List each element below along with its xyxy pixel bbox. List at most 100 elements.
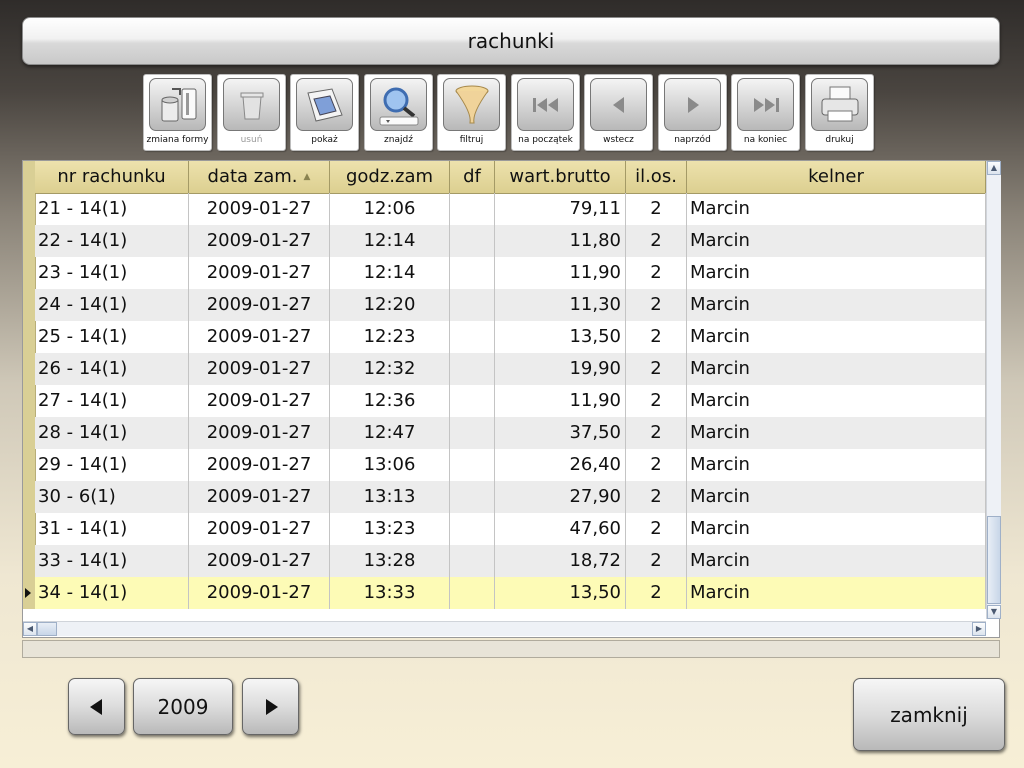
- cell-kelner: Marcin: [687, 385, 986, 417]
- close-button[interactable]: zamknij: [853, 678, 1005, 751]
- toolbar-button-1[interactable]: usuń: [217, 74, 286, 151]
- cell-df: [450, 385, 495, 417]
- toolbar-button-3[interactable]: znajdź: [364, 74, 433, 151]
- bills-grid[interactable]: nr rachunku data zam. ▲ godz.zam df wart.brut…: [22, 160, 1001, 638]
- toolbar-button-9[interactable]: drukuj: [805, 74, 874, 151]
- cell-il-os: 2: [626, 353, 687, 385]
- cell-il-os: 2: [626, 481, 687, 513]
- arrow-left-icon: [89, 698, 102, 715]
- window-title-bar: rachunki: [22, 17, 1000, 65]
- scroll-left-icon[interactable]: ◀: [23, 622, 37, 636]
- cell-data-zam: 2009-01-27: [189, 225, 330, 257]
- cell-nr-rachunku: 29 - 14(1): [35, 449, 189, 481]
- toolbar-button-4[interactable]: filtruj: [437, 74, 506, 151]
- first-record-icon: [517, 78, 574, 131]
- cell-nr-rachunku: 30 - 6(1): [35, 481, 189, 513]
- header-col-godz-zam[interactable]: godz.zam: [330, 161, 450, 193]
- cell-df: [450, 353, 495, 385]
- cell-nr-rachunku: 26 - 14(1): [35, 353, 189, 385]
- vertical-scroll-thumb[interactable]: [987, 516, 1001, 604]
- cell-godz-zam: 13:13: [330, 481, 450, 513]
- year-display-button[interactable]: 2009: [133, 678, 233, 735]
- cell-df: [450, 321, 495, 353]
- cell-kelner: Marcin: [687, 257, 986, 289]
- cell-wart-brutto: 11,90: [495, 385, 626, 417]
- cell-df: [450, 417, 495, 449]
- scroll-up-icon[interactable]: ▲: [987, 161, 1001, 175]
- toolbar-button-8[interactable]: na koniec: [731, 74, 800, 151]
- table-row[interactable]: 27 - 14(1) 2009-01-27 12:36 11,90 2 Marcin: [35, 385, 986, 417]
- table-row[interactable]: 23 - 14(1) 2009-01-27 12:14 11,90 2 Marcin: [35, 257, 986, 289]
- header-col-data-zam[interactable]: data zam. ▲: [189, 161, 330, 193]
- change-form-icon: [149, 78, 206, 131]
- toolbar-button-label: na koniec: [743, 135, 788, 145]
- header-label: il.os.: [635, 166, 677, 187]
- horizontal-scroll-thumb[interactable]: [37, 622, 57, 636]
- toolbar-button-7[interactable]: naprzód: [658, 74, 727, 151]
- toolbar-button-label: naprzód: [674, 135, 711, 145]
- cell-wart-brutto: 79,11: [495, 193, 626, 225]
- scroll-down-icon[interactable]: ▼: [987, 605, 1001, 619]
- horizontal-scrollbar[interactable]: ◀ ▶: [23, 621, 986, 636]
- grid-header: nr rachunku data zam. ▲ godz.zam df wart.brut…: [35, 161, 986, 194]
- header-col-wart-brutto[interactable]: wart.brutto: [495, 161, 626, 193]
- table-row[interactable]: 21 - 14(1) 2009-01-27 12:06 79,11 2 Marcin: [35, 193, 986, 225]
- next-icon: [664, 78, 721, 131]
- status-bar: [22, 640, 1000, 658]
- cell-data-zam: 2009-01-27: [189, 257, 330, 289]
- toolbar-button-0[interactable]: zmiana formy: [143, 74, 212, 151]
- magnifier-icon: [370, 78, 427, 131]
- cell-wart-brutto: 19,90: [495, 353, 626, 385]
- toolbar-button-5[interactable]: na początek: [511, 74, 580, 151]
- cell-wart-brutto: 26,40: [495, 449, 626, 481]
- toolbar-button-label: filtruj: [459, 135, 484, 145]
- arrow-right-icon: [265, 698, 278, 715]
- table-row[interactable]: 22 - 14(1) 2009-01-27 12:14 11,80 2 Marcin: [35, 225, 986, 257]
- cell-kelner: Marcin: [687, 417, 986, 449]
- cell-il-os: 2: [626, 225, 687, 257]
- cell-kelner: Marcin: [687, 449, 986, 481]
- vertical-scrollbar[interactable]: ▲ ▼: [986, 161, 1001, 619]
- toolbar-button-2[interactable]: pokaż: [290, 74, 359, 151]
- cell-df: [450, 513, 495, 545]
- table-row[interactable]: 24 - 14(1) 2009-01-27 12:20 11,30 2 Marcin: [35, 289, 986, 321]
- previous-icon: [590, 78, 647, 131]
- cell-data-zam: 2009-01-27: [189, 193, 330, 225]
- cell-il-os: 2: [626, 321, 687, 353]
- table-row[interactable]: 30 - 6(1) 2009-01-27 13:13 27,90 2 Marcin: [35, 481, 986, 513]
- table-row[interactable]: 28 - 14(1) 2009-01-27 12:47 37,50 2 Marcin: [35, 417, 986, 449]
- header-col-kelner[interactable]: kelner: [687, 161, 986, 193]
- header-col-nr-rachunku[interactable]: nr rachunku: [35, 161, 189, 193]
- cell-godz-zam: 12:06: [330, 193, 450, 225]
- header-col-df[interactable]: df: [450, 161, 495, 193]
- table-row[interactable]: 31 - 14(1) 2009-01-27 13:23 47,60 2 Marcin: [35, 513, 986, 545]
- cell-df: [450, 577, 495, 609]
- next-year-button[interactable]: [242, 678, 299, 735]
- scroll-right-icon[interactable]: ▶: [972, 622, 986, 636]
- cell-data-zam: 2009-01-27: [189, 449, 330, 481]
- cell-wart-brutto: 47,60: [495, 513, 626, 545]
- header-col-il-os[interactable]: il.os.: [626, 161, 687, 193]
- sort-ascending-icon: ▲: [303, 172, 311, 182]
- previous-year-button[interactable]: [68, 678, 125, 735]
- toolbar-button-label: wstecz: [603, 135, 634, 145]
- cell-il-os: 2: [626, 289, 687, 321]
- toolbar-button-label: znajdź: [384, 135, 413, 145]
- table-row[interactable]: 25 - 14(1) 2009-01-27 12:23 13,50 2 Marcin: [35, 321, 986, 353]
- table-row[interactable]: 26 - 14(1) 2009-01-27 12:32 19,90 2 Marcin: [35, 353, 986, 385]
- cell-wart-brutto: 13,50: [495, 577, 626, 609]
- cell-wart-brutto: 18,72: [495, 545, 626, 577]
- cell-il-os: 2: [626, 545, 687, 577]
- cell-nr-rachunku: 34 - 14(1): [35, 577, 189, 609]
- cell-kelner: Marcin: [687, 577, 986, 609]
- cell-nr-rachunku: 25 - 14(1): [35, 321, 189, 353]
- toolbar-button-6[interactable]: wstecz: [584, 74, 653, 151]
- cell-df: [450, 449, 495, 481]
- table-row[interactable]: 29 - 14(1) 2009-01-27 13:06 26,40 2 Marcin: [35, 449, 986, 481]
- close-button-label: zamknij: [890, 702, 968, 727]
- cell-wart-brutto: 13,50: [495, 321, 626, 353]
- table-row[interactable]: 33 - 14(1) 2009-01-27 13:28 18,72 2 Marcin: [35, 545, 986, 577]
- table-row[interactable]: 34 - 14(1) 2009-01-27 13:33 13,50 2 Marcin: [35, 577, 986, 609]
- window-title: rachunki: [467, 29, 555, 53]
- cell-data-zam: 2009-01-27: [189, 417, 330, 449]
